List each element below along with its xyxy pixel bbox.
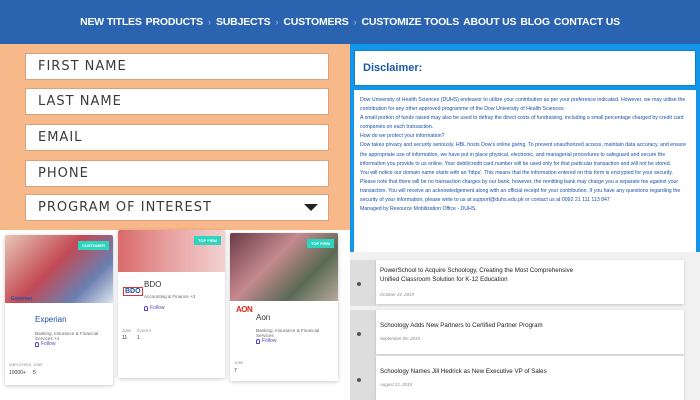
- top-navigation: NEW TITLES PRODUCTS › SUBJECTS › CUSTOME…: [0, 0, 700, 44]
- email-field-wrap: [25, 124, 329, 151]
- nav-blog[interactable]: BLOG: [520, 16, 550, 28]
- nav-contact-us[interactable]: CONTACT US: [554, 16, 620, 28]
- company-cards: CUSTOMER Experian Experian Banking, Insu…: [0, 230, 350, 400]
- program-select-label: PROGRAM OF INTEREST: [38, 200, 212, 215]
- company-industry: Accounting & Finance +3: [144, 294, 196, 299]
- news-card: [376, 310, 684, 354]
- disclaimer-line: Dow University of Health Sciences (DUHS)…: [360, 97, 686, 103]
- nav-separator: ›: [208, 17, 211, 27]
- nav-subjects[interactable]: SUBJECTS: [216, 16, 271, 28]
- stat-label: JOBS: [33, 363, 43, 367]
- disclaimer-heading: Disclaimer:: [363, 62, 423, 74]
- stat-label: JOBS: [234, 361, 244, 365]
- follow-button[interactable]: Follow: [256, 338, 276, 344]
- news-thumbnail: [350, 310, 376, 356]
- disclaimer-panel: Disclaimer: Dow University of Health Sci…: [350, 44, 700, 252]
- last-name-field-wrap: [25, 88, 329, 115]
- company-name[interactable]: Experian: [35, 315, 67, 324]
- bell-icon: [144, 305, 148, 311]
- dot-icon: [357, 332, 361, 336]
- disclaimer-line: security of your information, please wri…: [360, 197, 610, 204]
- status-badge: TOP FIRM: [194, 236, 221, 245]
- phone-field[interactable]: [26, 161, 328, 186]
- dot-icon: [357, 378, 361, 382]
- company-industry: Banking, Insurance & Financial Services …: [35, 331, 99, 341]
- follow-label: Follow: [262, 338, 277, 344]
- stat-value: 7: [234, 368, 237, 374]
- chevron-down-icon: [304, 204, 318, 211]
- disclaimer-line: Dow takes privacy and security seriously…: [360, 142, 687, 149]
- news-item[interactable]: PowerSchool to Acquire Schoology, Creati…: [350, 260, 700, 306]
- status-badge: CUSTOMER: [78, 241, 109, 250]
- contact-form: PROGRAM OF INTEREST: [0, 44, 350, 230]
- stat-value: 11: [122, 335, 128, 341]
- company-card-bdo[interactable]: TOP FIRM BDO BDO Accounting & Finance +3…: [118, 230, 225, 378]
- disclaimer-line: How do we protect your information?: [360, 133, 445, 140]
- disclaimer-body: Dow University of Health Sciences (DUHS)…: [354, 90, 696, 252]
- stat-value: 1: [137, 335, 140, 341]
- disclaimer-line: Managed by Resource Mobilization Office …: [360, 206, 477, 213]
- disclaimer-line: You will notice our domain name starts w…: [360, 169, 673, 176]
- experian-logo: Experian: [11, 296, 33, 302]
- company-industry: Banking, Insurance & Financial Services: [256, 328, 320, 338]
- disclaimer-line: Please note that there will be no transa…: [360, 178, 679, 185]
- stat-label: EVENTS: [137, 329, 152, 333]
- news-thumbnail: [350, 356, 376, 400]
- company-name[interactable]: BDO: [144, 280, 161, 289]
- news-date: October 24, 2019: [380, 292, 414, 297]
- disclaimer-line: transaction. You will receive an acknowl…: [360, 187, 681, 194]
- news-thumbnail: [350, 260, 376, 306]
- nav-separator: ›: [353, 17, 357, 27]
- news-item[interactable]: Schoology Adds New Partners to Certified…: [350, 310, 700, 356]
- disclaimer-line: the appropriate use of information, we h…: [360, 151, 666, 158]
- disclaimer-line: contribution for any other approved prog…: [360, 106, 566, 113]
- first-name-field-wrap: [25, 53, 329, 80]
- news-title[interactable]: Schoology Adds New Partners to Certified…: [380, 322, 543, 330]
- disclaimer-line: companies on each transaction.: [360, 124, 434, 131]
- nav-separator: ›: [275, 17, 279, 27]
- follow-label: Follow: [41, 341, 56, 347]
- news-title[interactable]: PowerSchool to Acquire Schoology, Creati…: [380, 267, 573, 275]
- follow-label: Follow: [150, 305, 165, 311]
- bdo-logo: BDO: [123, 287, 143, 296]
- nav-new-titles[interactable]: NEW TITLES: [80, 16, 142, 28]
- stat-value: 5: [33, 370, 36, 376]
- phone-field-wrap: [25, 160, 329, 187]
- bell-icon: [256, 338, 260, 344]
- company-name[interactable]: Aon: [256, 313, 270, 322]
- company-card-experian[interactable]: CUSTOMER Experian Experian Banking, Insu…: [5, 235, 113, 385]
- stat-label: JOBS: [122, 329, 132, 333]
- status-badge: TOP FIRM: [307, 239, 334, 248]
- last-name-field[interactable]: [26, 89, 328, 114]
- news-date: August 12, 2019: [380, 382, 412, 387]
- email-field[interactable]: [26, 125, 328, 150]
- nav-products[interactable]: PRODUCTS: [146, 16, 204, 28]
- bell-icon: [35, 341, 39, 347]
- first-name-field[interactable]: [26, 54, 328, 79]
- news-list: PowerSchool to Acquire Schoology, Creati…: [350, 252, 700, 400]
- stat-label: EMPLOYEES: [9, 363, 32, 367]
- follow-button[interactable]: Follow: [144, 305, 164, 311]
- disclaimer-line: A small portion of funds raised may also…: [360, 115, 684, 122]
- news-item[interactable]: Schoology Names Jill Hedrick as New Exec…: [350, 356, 700, 400]
- dot-icon: [357, 282, 361, 286]
- program-select[interactable]: PROGRAM OF INTEREST: [25, 194, 329, 221]
- news-title[interactable]: Schoology Names Jill Hedrick as New Exec…: [380, 368, 547, 376]
- stat-value: 10000+: [9, 370, 26, 376]
- disclaimer-line: information you provide to us online. Yo…: [360, 160, 672, 167]
- nav-customers[interactable]: CUSTOMERS: [283, 16, 348, 28]
- nav-about-us[interactable]: ABOUT US: [463, 16, 516, 28]
- disclaimer-header: Disclaimer:: [354, 50, 696, 86]
- company-card-aon[interactable]: TOP FIRM AON Aon Banking, Insurance & Fi…: [230, 233, 338, 381]
- nav-customize-tools[interactable]: CUSTOMIZE TOOLS: [362, 16, 460, 28]
- aon-logo: AON: [236, 305, 253, 314]
- follow-button[interactable]: Follow: [35, 341, 55, 347]
- news-card: [376, 356, 684, 400]
- news-date: September 05, 2019: [380, 336, 420, 341]
- news-title[interactable]: Unified Classroom Solution for K-12 Educ…: [380, 276, 508, 284]
